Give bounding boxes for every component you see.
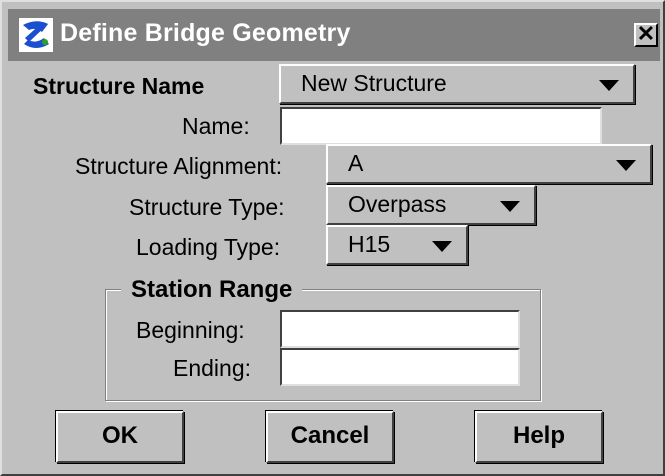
ending-label: Ending: (173, 355, 252, 381)
structure-name-value: New Structure (301, 70, 447, 96)
name-label: Name: (182, 113, 250, 139)
loading-type-dropdown[interactable]: H15 (326, 225, 468, 265)
window-title: Define Bridge Geometry (60, 19, 351, 47)
app-logo-icon (19, 18, 53, 52)
triangle-down-icon (500, 201, 520, 212)
cancel-button[interactable]: Cancel (266, 411, 394, 463)
structure-alignment-dropdown[interactable]: A (326, 144, 652, 184)
help-button[interactable]: Help (475, 411, 603, 463)
title-bar[interactable]: Define Bridge Geometry ✕ (8, 9, 660, 61)
ending-field[interactable] (280, 348, 520, 386)
name-input[interactable] (282, 109, 600, 143)
structure-name-dropdown[interactable]: New Structure (279, 64, 635, 104)
loading-type-label: Loading Type: (136, 234, 281, 260)
close-button[interactable]: ✕ (634, 23, 658, 47)
name-field[interactable] (280, 107, 602, 145)
close-icon: ✕ (636, 21, 656, 46)
station-range-title: Station Range (121, 276, 303, 304)
structure-type-value: Overpass (348, 191, 447, 217)
triangle-down-icon (616, 160, 636, 171)
dialog-window: Define Bridge Geometry ✕ Structure Name … (0, 0, 665, 476)
triangle-down-icon (599, 80, 619, 91)
triangle-down-icon (432, 241, 452, 252)
ending-input[interactable] (282, 350, 518, 384)
structure-alignment-label: Structure Alignment: (75, 153, 283, 179)
structure-type-dropdown[interactable]: Overpass (326, 185, 536, 225)
structure-alignment-value: A (348, 150, 364, 176)
beginning-field[interactable] (280, 310, 520, 348)
structure-type-label: Structure Type: (129, 194, 285, 220)
beginning-label: Beginning: (136, 317, 245, 343)
loading-type-value: H15 (348, 231, 391, 257)
ok-button[interactable]: OK (56, 411, 184, 463)
structure-name-label: Structure Name (33, 73, 205, 99)
beginning-input[interactable] (282, 312, 518, 346)
